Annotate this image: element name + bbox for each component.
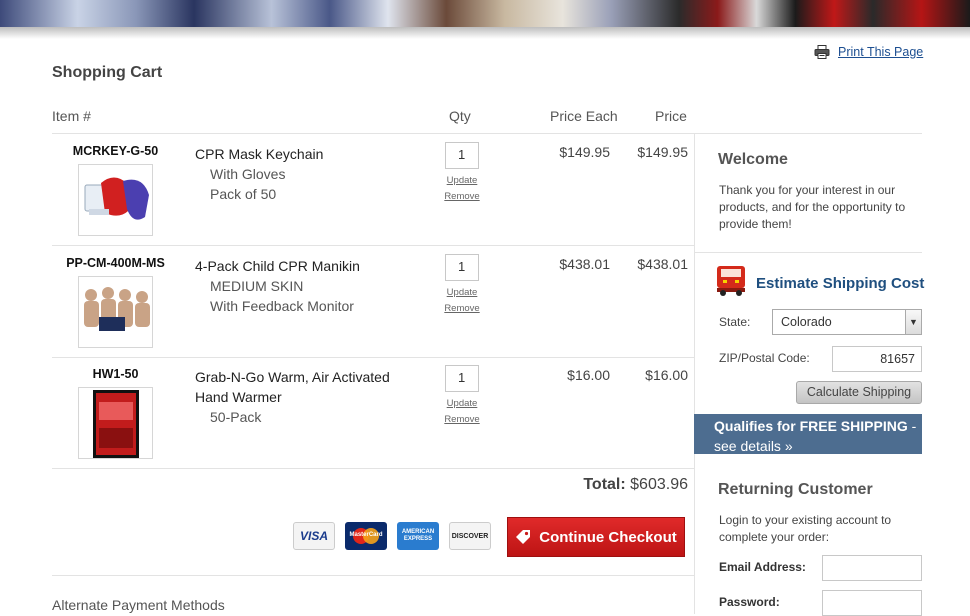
returning-customer-title: Returning Customer [718, 481, 873, 498]
product-image[interactable] [78, 164, 153, 236]
cart-row: PP-CM-400M-MS 4-Pack Child CPR Manikin M… [52, 246, 694, 358]
printer-icon [814, 45, 830, 59]
header-qty: Qty [449, 108, 471, 124]
price-each: $438.01 [559, 256, 610, 272]
checkout-label[interactable]: Continue Checkout [539, 529, 677, 546]
price-each: $16.00 [567, 367, 610, 383]
divider [694, 252, 922, 253]
line-price: $149.95 [637, 144, 688, 160]
email-label: Email Address: [719, 560, 806, 574]
product-name-block: Grab-N-Go Warm, Air Activated Hand Warme… [195, 367, 395, 427]
welcome-text: Thank you for your interest in our produ… [719, 183, 906, 231]
update-link[interactable]: Update [434, 287, 490, 298]
discover-card-icon: DISCOVER [449, 522, 491, 550]
quantity-input[interactable]: 1 [445, 142, 479, 169]
page-title: Shopping Cart [52, 64, 163, 81]
product-image[interactable] [78, 387, 153, 459]
product-option: MEDIUM SKIN [210, 278, 304, 294]
remove-link[interactable]: Remove [434, 303, 490, 314]
product-option: Pack of 50 [210, 186, 277, 202]
product-option: 50-Pack [210, 409, 262, 425]
remove-link[interactable]: Remove [434, 191, 490, 202]
keychain-image [84, 177, 149, 220]
update-link[interactable]: Update [434, 175, 490, 186]
hand-warmer-image [93, 390, 139, 458]
price-each: $149.95 [559, 144, 610, 160]
state-value[interactable]: Colorado [781, 315, 832, 329]
free-shipping-text: Qualifies for FREE SHIPPING [714, 418, 908, 434]
email-field[interactable] [822, 555, 922, 581]
item-sku: PP-CM-400M-MS [66, 256, 165, 270]
header-item: Item # [52, 108, 91, 124]
product-image[interactable] [78, 276, 153, 348]
product-option: With Gloves [210, 166, 286, 182]
quantity-input[interactable]: 1 [445, 365, 479, 392]
manikin-image [84, 287, 150, 331]
banner-shadow [0, 27, 970, 39]
password-field[interactable] [822, 590, 922, 616]
sidebar-divider [694, 133, 695, 614]
item-sku: MCRKEY-G-50 [72, 144, 159, 158]
zip-label: ZIP/Postal Code: [719, 351, 810, 365]
truck-icon [717, 266, 745, 296]
header-price-each: Price Each [550, 108, 618, 124]
divider [52, 575, 694, 576]
item-sku: HW1-50 [92, 367, 139, 381]
alternate-payment-heading: Alternate Payment Methods [52, 597, 225, 613]
header-price: Price [655, 108, 687, 124]
line-price: $16.00 [645, 367, 688, 383]
product-option: With Feedback Monitor [210, 298, 354, 314]
cart-total: Total: $603.96 [540, 476, 688, 494]
zip-input[interactable]: 81657 [832, 346, 922, 372]
continue-checkout-button[interactable]: Continue Checkout [507, 517, 685, 557]
returning-customer-text: Login to your existing account to comple… [719, 513, 892, 544]
state-label: State: [719, 315, 751, 329]
shipping-estimate-title: Estimate Shipping Cost [756, 275, 925, 292]
free-shipping-banner[interactable]: Qualifies for FREE SHIPPING - see detail… [694, 414, 922, 454]
quantity-input[interactable]: 1 [445, 254, 479, 281]
mastercard-card-icon: MasterCard [345, 522, 387, 550]
chevron-down-icon[interactable]: ▼ [905, 310, 921, 334]
product-name[interactable]: Grab-N-Go Warm, Air Activated Hand Warme… [195, 369, 390, 405]
update-link[interactable]: Update [434, 398, 490, 409]
total-label: Total: [583, 476, 626, 493]
amex-card-icon: AMERICAN EXPRESS [397, 522, 439, 550]
password-label: Password: [719, 595, 780, 609]
header-banner-image [0, 0, 970, 27]
product-name[interactable]: CPR Mask Keychain [195, 146, 323, 162]
product-name-block: 4-Pack Child CPR Manikin MEDIUM SKIN Wit… [195, 256, 395, 316]
welcome-title: Welcome [718, 151, 788, 168]
remove-link[interactable]: Remove [434, 414, 490, 425]
cart-row: MCRKEY-G-50 CPR Mask Keychain With Glove… [52, 134, 694, 246]
cart-row: HW1-50 Grab-N-Go Warm, Air Activated Han… [52, 357, 694, 469]
total-value: $603.96 [630, 476, 688, 493]
product-name[interactable]: 4-Pack Child CPR Manikin [195, 258, 360, 274]
line-price: $438.01 [637, 256, 688, 272]
product-name-block: CPR Mask Keychain With Gloves Pack of 50 [195, 144, 395, 204]
calculate-shipping-button[interactable]: Calculate Shipping [796, 381, 922, 404]
state-select[interactable]: Colorado ▼ [772, 309, 922, 335]
print-page-label[interactable]: Print This Page [838, 45, 923, 59]
tag-icon [516, 530, 531, 544]
mastercard-label: MasterCard [349, 532, 383, 538]
print-page-link[interactable]: Print This Page [814, 45, 923, 59]
visa-card-icon: VISA [293, 522, 335, 550]
